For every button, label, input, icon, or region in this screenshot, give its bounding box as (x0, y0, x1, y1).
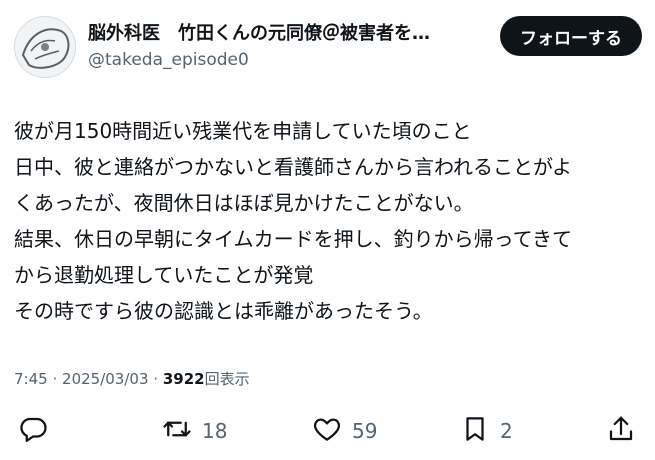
tweet-line: 彼が月150時間近い残業代を申請していた頃のこと (14, 119, 472, 143)
bookmark-button[interactable]: 2 (460, 413, 513, 449)
tweet-header: 脳外科医 竹田くんの元同僚＠被害者を… @takeda_episode0 フォロ… (14, 16, 642, 80)
meta-separator: · (153, 370, 159, 388)
tweet-meta: 7:45 · 2025/03/03 · 3922回表示 (14, 369, 250, 389)
user-handle[interactable]: @takeda_episode0 (88, 49, 249, 71)
views-count: 3922 (162, 370, 205, 388)
tweet-line: から退勤処理していたことが発覚 (14, 263, 314, 287)
bookmark-icon (460, 414, 490, 448)
tweet-text: 彼が月150時間近い残業代を申請していた頃のこと 日中、彼と連絡がつかないと看護… (14, 113, 640, 329)
meta-separator: · (52, 370, 58, 388)
reply-icon (18, 414, 48, 448)
follow-button[interactable]: フォローする (500, 16, 642, 56)
tweet-date[interactable]: 2025/03/03 (62, 370, 148, 388)
share-icon (606, 414, 636, 448)
like-button[interactable]: 59 (312, 413, 377, 449)
retweet-button[interactable]: 18 (162, 413, 227, 449)
tweet-line: 結果、休日の早朝にタイムカードを押し、釣りから帰ってきて (14, 227, 572, 251)
like-count: 59 (352, 419, 378, 443)
retweet-count: 18 (202, 419, 228, 443)
tweet-line: 日中、彼と連絡がつかないと看護師さんから言われることがよ (14, 155, 572, 179)
retweet-icon (162, 414, 192, 448)
avatar[interactable] (14, 16, 76, 78)
share-button[interactable] (606, 413, 636, 449)
reply-button[interactable] (18, 413, 48, 449)
tweet-line: その時ですら彼の認識とは乖離があったそう。 (14, 299, 433, 323)
tweet-time[interactable]: 7:45 (14, 370, 48, 388)
display-name[interactable]: 脳外科医 竹田くんの元同僚＠被害者を… (88, 22, 458, 46)
views-label: 回表示 (204, 370, 250, 388)
tweet-line: くあったが、夜間休日はほぼ見かけたことがない。 (14, 191, 474, 215)
heart-icon (312, 414, 342, 448)
action-bar: 18 59 2 (0, 413, 655, 449)
bookmark-count: 2 (500, 419, 513, 443)
